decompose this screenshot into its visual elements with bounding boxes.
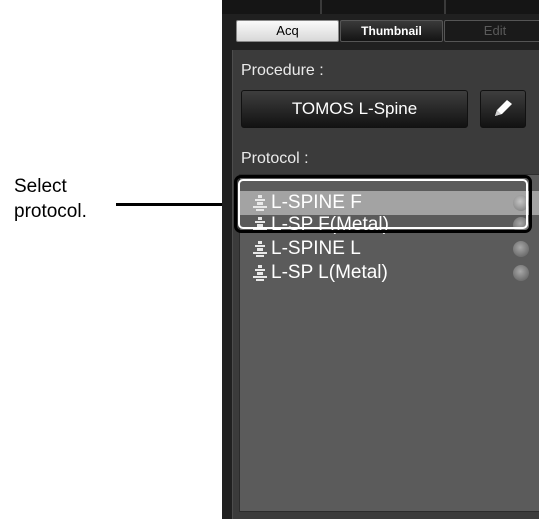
spine-icon [253, 241, 267, 257]
selection-highlight-inner [238, 179, 528, 229]
procedure-label: Procedure : [241, 62, 324, 79]
protocol-label: Protocol : [241, 150, 309, 167]
callout-line-2: protocol. [14, 201, 87, 222]
protocol-item[interactable]: L-SP L(Metal) [240, 261, 539, 285]
callout-text: Select protocol. [14, 174, 87, 224]
top-strip-separator [444, 0, 446, 14]
tab-acq[interactable]: Acq [236, 20, 339, 42]
status-dot-icon [513, 265, 529, 281]
callout-line-1: Select [14, 176, 67, 197]
top-strip-separator [320, 0, 322, 14]
procedure-panel: Procedure : TOMOS L-Spine Protocol : L-S… [232, 50, 539, 519]
protocol-item-name: L-SPINE L [271, 238, 361, 259]
callout-leader-line [116, 203, 234, 206]
tab-edit: Edit [444, 20, 539, 42]
edit-procedure-button[interactable] [480, 90, 526, 128]
procedure-button[interactable]: TOMOS L-Spine [241, 90, 468, 128]
panel-top-strip [222, 0, 539, 14]
protocol-item[interactable]: L-SPINE L [240, 237, 539, 261]
status-dot-icon [513, 241, 529, 257]
pencil-icon [495, 100, 512, 116]
acquisition-panel: Acq Thumbnail Edit Procedure : TOMOS L-S… [222, 0, 539, 519]
protocol-item-name: L-SP L(Metal) [271, 262, 388, 283]
spine-icon [253, 265, 267, 281]
tab-thumbnail[interactable]: Thumbnail [340, 20, 443, 42]
